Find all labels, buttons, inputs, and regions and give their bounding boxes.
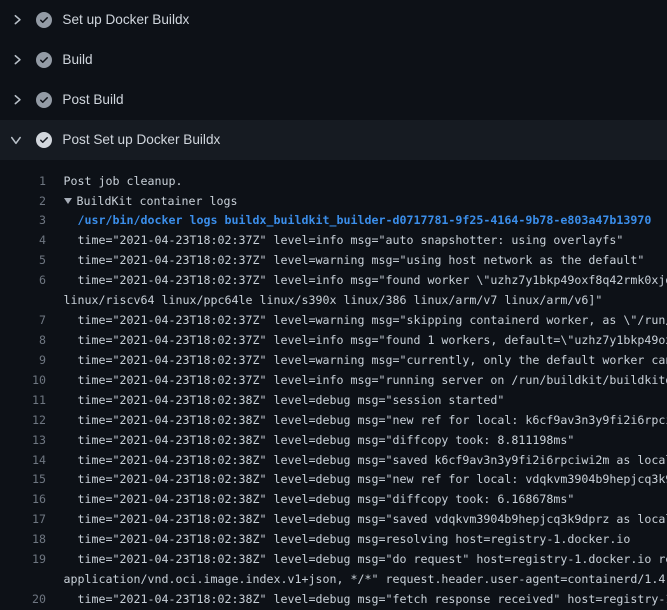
step-header-post-set-up-docker-buildx[interactable]: Post Set up Docker Buildx (0, 120, 667, 160)
log-line-text: time="2021-04-23T18:02:38Z" level=debug … (64, 470, 667, 490)
log-line-number[interactable]: 5 (0, 251, 46, 271)
log-line-text: time="2021-04-23T18:02:38Z" level=debug … (64, 490, 575, 510)
log-line-text: time="2021-04-23T18:02:37Z" level=warnin… (64, 311, 667, 331)
step-header-set-up-docker-buildx[interactable]: Set up Docker Buildx (0, 0, 667, 40)
log-line: 10 time="2021-04-23T18:02:37Z" level=inf… (0, 371, 667, 391)
log-line-wrap-continuation: application/vnd.oci.image.index.v1+json,… (0, 570, 667, 590)
log-line-text: BuildKit container logs (64, 192, 238, 212)
log-line: 12 time="2021-04-23T18:02:38Z" level=deb… (0, 411, 667, 431)
log-line-text: time="2021-04-23T18:02:37Z" level=info m… (64, 331, 667, 351)
chevron-down-icon[interactable] (8, 131, 24, 147)
log-line-number[interactable]: 12 (0, 411, 46, 431)
log-line-text: time="2021-04-23T18:02:38Z" level=debug … (64, 411, 667, 431)
log-line: 8 time="2021-04-23T18:02:37Z" level=info… (0, 331, 667, 351)
workflow-log-viewer: Set up Docker BuildxBuildPost BuildPost … (0, 0, 667, 610)
log-line: 16 time="2021-04-23T18:02:38Z" level=deb… (0, 490, 667, 510)
group-collapse-caret-icon[interactable] (64, 198, 72, 204)
log-line-number[interactable]: 8 (0, 331, 46, 351)
log-line-number (0, 570, 46, 590)
log-line: 18 time="2021-04-23T18:02:38Z" level=deb… (0, 530, 667, 550)
log-line-text: time="2021-04-23T18:02:38Z" level=debug … (64, 391, 505, 411)
log-line: 2 BuildKit container logs (0, 192, 667, 212)
chevron-right-icon[interactable] (8, 51, 24, 67)
log-line-number[interactable]: 15 (0, 470, 46, 490)
steps-list: Set up Docker BuildxBuildPost BuildPost … (0, 0, 667, 160)
step-header-build[interactable]: Build (0, 40, 667, 80)
log-line: 17 time="2021-04-23T18:02:38Z" level=deb… (0, 510, 667, 530)
log-line-wrap-continuation: linux/riscv64 linux/ppc64le linux/s390x … (0, 291, 667, 311)
log-line-text: /usr/bin/docker logs buildx_buildkit_bui… (64, 211, 652, 231)
log-line-text: time="2021-04-23T18:02:38Z" level=debug … (64, 530, 631, 550)
log-line: 14 time="2021-04-23T18:02:38Z" level=deb… (0, 451, 667, 471)
log-line-number[interactable]: 6 (0, 271, 46, 291)
log-line-number[interactable]: 1 (0, 172, 46, 192)
log-line-number[interactable]: 4 (0, 231, 46, 251)
step-title: Build (62, 40, 92, 80)
step-title: Set up Docker Buildx (62, 0, 189, 40)
check-circle-icon (36, 52, 52, 68)
log-line-text: linux/riscv64 linux/ppc64le linux/s390x … (64, 291, 603, 311)
log-line: 13 time="2021-04-23T18:02:38Z" level=deb… (0, 431, 667, 451)
log-line-number[interactable]: 3 (0, 211, 46, 231)
log-line-number[interactable]: 7 (0, 311, 46, 331)
chevron-right-icon[interactable] (8, 91, 24, 107)
log-line-text: time="2021-04-23T18:02:38Z" level=debug … (64, 431, 575, 451)
log-line-text: time="2021-04-23T18:02:37Z" level=info m… (64, 271, 667, 291)
log-line: 6 time="2021-04-23T18:02:37Z" level=info… (0, 271, 667, 291)
log-line-number[interactable]: 10 (0, 371, 46, 391)
check-circle-icon (36, 12, 52, 28)
log-line-number[interactable]: 18 (0, 530, 46, 550)
log-line-number[interactable]: 11 (0, 391, 46, 411)
log-lines: 1 Post job cleanup. 2 BuildKit container lo… (0, 160, 667, 610)
log-line-text: time="2021-04-23T18:02:37Z" level=info m… (64, 231, 624, 251)
log-line-number[interactable]: 14 (0, 451, 46, 471)
log-line-number[interactable]: 2 (0, 192, 46, 212)
log-line: 11 time="2021-04-23T18:02:38Z" level=deb… (0, 391, 667, 411)
group-title[interactable]: BuildKit container logs (77, 194, 238, 208)
log-line-text: time="2021-04-23T18:02:37Z" level=warnin… (64, 251, 645, 271)
log-line-text: application/vnd.oci.image.index.v1+json,… (64, 570, 667, 590)
log-line: 15 time="2021-04-23T18:02:38Z" level=deb… (0, 470, 667, 490)
log-line: 5 time="2021-04-23T18:02:37Z" level=warn… (0, 251, 667, 271)
log-line-text: time="2021-04-23T18:02:38Z" level=debug … (64, 510, 667, 530)
step-header-post-build[interactable]: Post Build (0, 80, 667, 120)
log-line: 19 time="2021-04-23T18:02:38Z" level=deb… (0, 550, 667, 570)
chevron-right-icon[interactable] (8, 11, 24, 27)
log-line-number[interactable]: 16 (0, 490, 46, 510)
step-title: Post Set up Docker Buildx (62, 120, 220, 160)
log-line: 4 time="2021-04-23T18:02:37Z" level=info… (0, 231, 667, 251)
log-line-text: time="2021-04-23T18:02:38Z" level=debug … (64, 550, 667, 570)
log-line-number[interactable]: 19 (0, 550, 46, 570)
log-line: 1 Post job cleanup. (0, 172, 667, 192)
step-title: Post Build (62, 80, 123, 120)
log-line-number[interactable]: 17 (0, 510, 46, 530)
check-circle-icon (36, 132, 52, 148)
log-line: 9 time="2021-04-23T18:02:37Z" level=warn… (0, 351, 667, 371)
log-line-command: 3 /usr/bin/docker logs buildx_buildkit_b… (0, 211, 667, 231)
log-line-text: time="2021-04-23T18:02:38Z" level=debug … (64, 451, 667, 471)
log-line-number[interactable]: 13 (0, 431, 46, 451)
log-line-number[interactable]: 9 (0, 351, 46, 371)
check-circle-icon (36, 92, 52, 108)
log-line: 7 time="2021-04-23T18:02:37Z" level=warn… (0, 311, 667, 331)
log-line-text: time="2021-04-23T18:02:37Z" level=warnin… (64, 351, 667, 371)
log-line-text: Post job cleanup. (64, 172, 183, 192)
log-line-number (0, 291, 46, 311)
log-line-text: time="2021-04-23T18:02:37Z" level=info m… (64, 371, 667, 391)
